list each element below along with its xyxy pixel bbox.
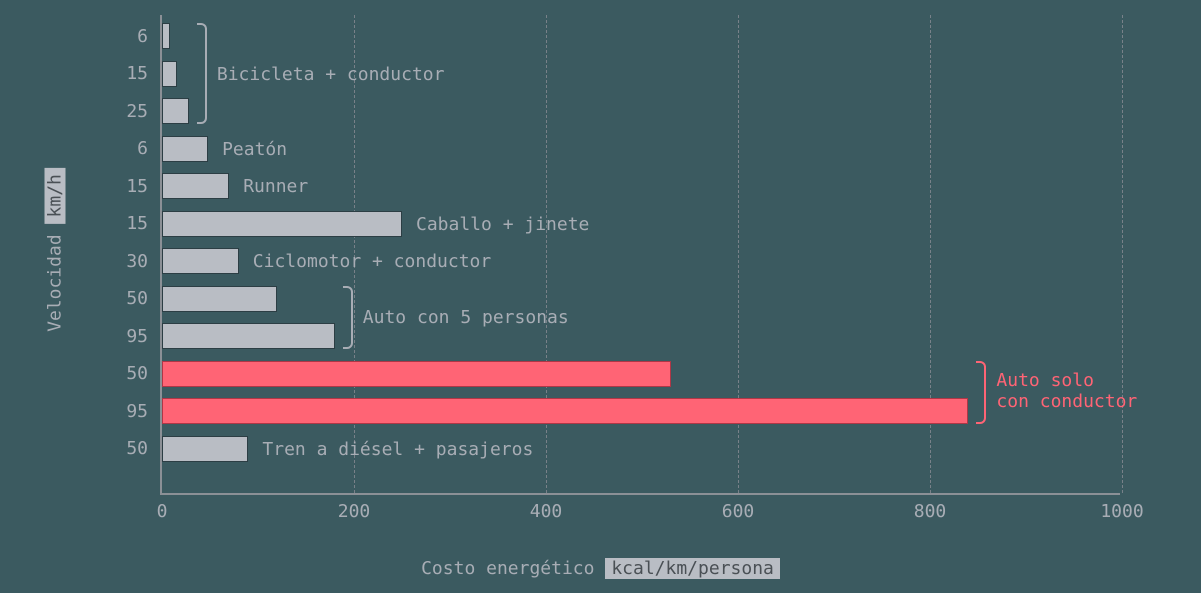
y-tick-label: 50 <box>126 363 162 384</box>
x-tick-label: 200 <box>338 493 371 522</box>
y-tick-label: 15 <box>126 176 162 197</box>
y-tick-label: 15 <box>126 213 162 234</box>
bar-row: 50 <box>162 286 277 312</box>
y-tick-label: 15 <box>126 63 162 84</box>
bar-row: 15 <box>162 211 402 237</box>
group-label: Auto solocon conductor <box>996 370 1137 412</box>
y-tick-label: 50 <box>126 438 162 459</box>
y-tick-label: 25 <box>126 101 162 122</box>
chart-plot-area: 020040060080010006152561515305095509550B… <box>160 15 1120 495</box>
bar <box>162 173 229 199</box>
y-axis-unit: km/h <box>45 168 66 223</box>
bar-row: 6 <box>162 136 208 162</box>
bar-row: 15 <box>162 173 229 199</box>
bar-row: 6 <box>162 23 170 49</box>
bar-row: 50 <box>162 436 248 462</box>
bar <box>162 98 189 124</box>
bar <box>162 136 208 162</box>
x-tick-label: 800 <box>914 493 947 522</box>
x-tick-label: 1000 <box>1100 493 1143 522</box>
bar-row: 95 <box>162 323 335 349</box>
grid-line <box>1122 15 1123 493</box>
group-bracket <box>976 361 986 425</box>
bar <box>162 61 177 87</box>
bar <box>162 211 402 237</box>
x-tick-label: 400 <box>530 493 563 522</box>
y-tick-label: 6 <box>137 138 162 159</box>
bar <box>162 286 277 312</box>
bar <box>162 436 248 462</box>
bar-row: 50 <box>162 361 671 387</box>
group-label: Peatón <box>222 139 287 160</box>
group-label: Auto con 5 personas <box>363 307 569 328</box>
group-label: Runner <box>243 176 308 197</box>
bar <box>162 323 335 349</box>
x-tick-label: 0 <box>157 493 168 522</box>
y-axis-label: Velocidad km/h <box>45 168 66 332</box>
group-label: Caballo + jinete <box>416 214 589 235</box>
group-label: Tren a diésel + pasajeros <box>262 439 533 460</box>
bar <box>162 248 239 274</box>
bar-row: 30 <box>162 248 239 274</box>
bar-row: 25 <box>162 98 189 124</box>
group-label: Bicicleta + conductor <box>217 64 445 85</box>
x-axis-label: Costo energético kcal/km/persona <box>0 558 1201 579</box>
bar <box>162 398 968 424</box>
bar-row: 95 <box>162 398 968 424</box>
y-tick-label: 30 <box>126 251 162 272</box>
x-axis-label-text: Costo energético <box>421 558 594 579</box>
y-tick-label: 95 <box>126 326 162 347</box>
group-bracket <box>343 286 353 350</box>
bar-row: 15 <box>162 61 177 87</box>
group-bracket <box>197 23 207 124</box>
x-axis-unit: kcal/km/persona <box>605 558 780 579</box>
x-tick-label: 600 <box>722 493 755 522</box>
y-tick-label: 95 <box>126 401 162 422</box>
bar <box>162 23 170 49</box>
group-label: Ciclomotor + conductor <box>253 251 491 272</box>
y-tick-label: 50 <box>126 288 162 309</box>
y-tick-label: 6 <box>137 26 162 47</box>
bar <box>162 361 671 387</box>
y-axis-label-text: Velocidad <box>45 234 66 332</box>
